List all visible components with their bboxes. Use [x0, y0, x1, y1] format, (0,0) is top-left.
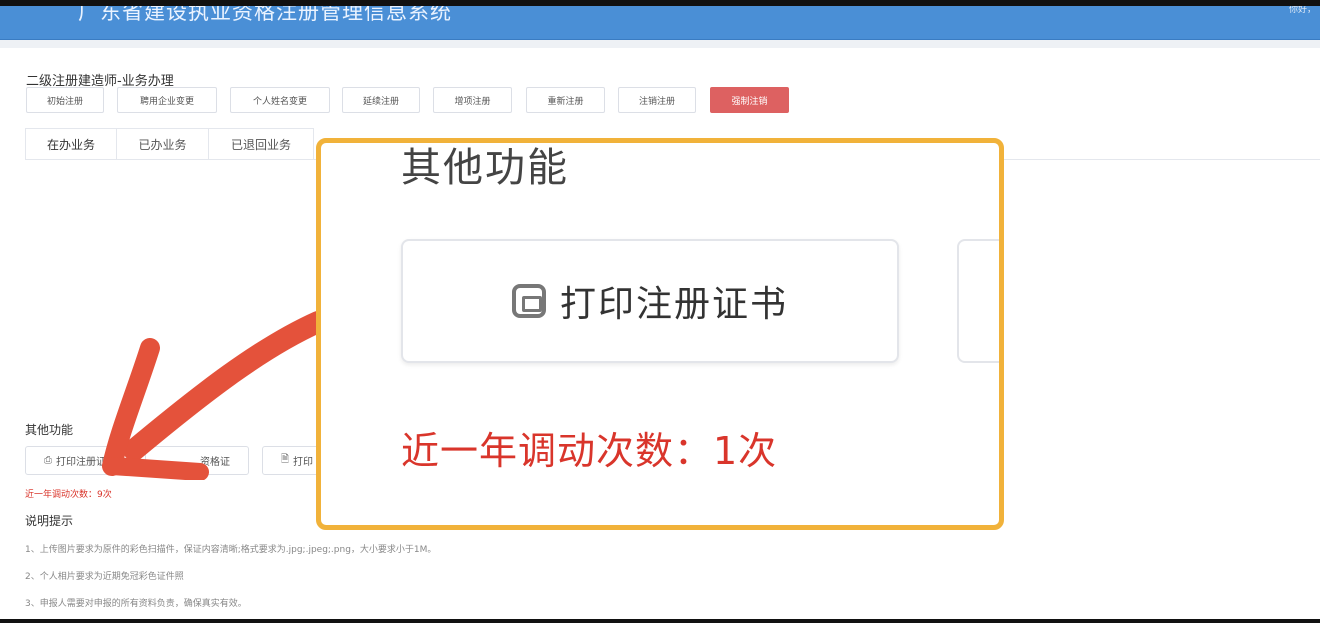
- printer-icon: ⎙: [44, 455, 52, 466]
- red-arrow-annotation: [102, 311, 329, 480]
- zoom-other-functions-title: 其他功能: [401, 145, 569, 191]
- bottom-edge: [0, 619, 1320, 623]
- notes-title: 说明提示: [25, 514, 74, 528]
- printer-icon: [511, 284, 546, 318]
- top-header-bar: 广东省建设执业资格注册管理信息系统 你好，: [0, 0, 1320, 40]
- zoom-print-certificate-button[interactable]: 打印注册证书: [401, 239, 899, 363]
- note-item: 1、上传图片要求为原件的彩色扫描件，保证内容清晰;格式要求为.jpg;.jpeg…: [25, 545, 437, 555]
- screen: 广东省建设执业资格注册管理信息系统 你好， 二级注册建造师-业务办理 初始注册 …: [0, 0, 1320, 623]
- tab-returned[interactable]: 已退回业务: [208, 128, 314, 160]
- other-functions-title: 其他功能: [25, 423, 74, 437]
- header-gap: [0, 40, 1320, 48]
- renewal-registration-button[interactable]: 延续注册: [342, 87, 420, 113]
- zoom-callout: 其他功能 打印注册证书 近一年调动次数：1次: [316, 138, 1004, 530]
- re-registration-button[interactable]: 重新注册: [526, 87, 605, 113]
- zoom-print-certificate-label: 打印注册证书: [559, 284, 788, 325]
- tab-in-progress[interactable]: 在办业务: [25, 128, 117, 160]
- mobility-count: 近一年调动次数：9次: [25, 490, 112, 500]
- forced-cancellation-button[interactable]: 强制注销: [710, 87, 789, 113]
- zoom-next-button-partial[interactable]: [957, 239, 999, 363]
- employer-change-button[interactable]: 聘用企业变更: [117, 87, 217, 113]
- note-item: 2、个人相片要求为近期免冠彩色证件照: [25, 572, 184, 582]
- cancel-registration-button[interactable]: 注销注册: [618, 87, 696, 113]
- tab-completed[interactable]: 已办业务: [116, 128, 209, 160]
- zoom-mobility-count: 近一年调动次数：1次: [401, 429, 778, 473]
- note-item: 3、申报人需要对申报的所有资料负责，确保真实有效。: [25, 599, 247, 609]
- add-item-registration-button[interactable]: 增项注册: [433, 87, 512, 113]
- top-edge: [0, 0, 1320, 6]
- initial-registration-button[interactable]: 初始注册: [26, 87, 104, 113]
- name-change-button[interactable]: 个人姓名变更: [230, 87, 330, 113]
